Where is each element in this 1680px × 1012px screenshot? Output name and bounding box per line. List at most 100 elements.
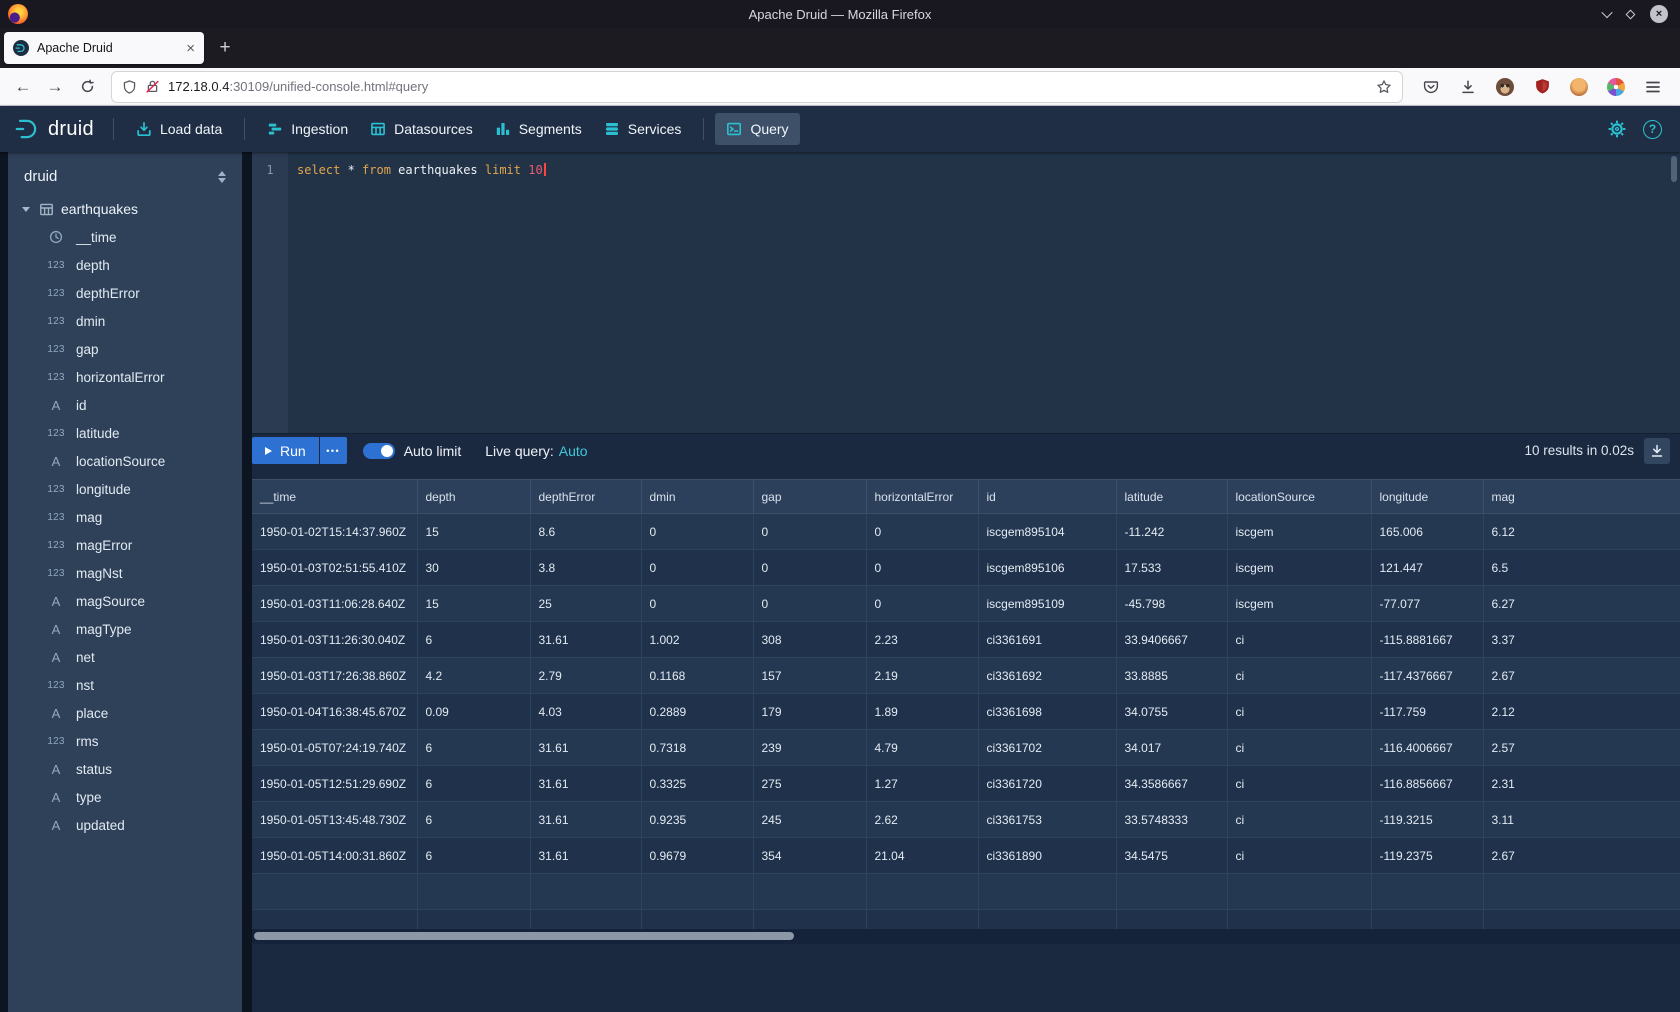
table-cell[interactable]: 0 [866, 514, 978, 550]
nav-item-services[interactable]: Services [593, 113, 693, 145]
sidebar-column-net[interactable]: Anet [8, 643, 242, 671]
table-cell[interactable]: ci [1227, 730, 1371, 766]
table-cell[interactable]: 1950-01-03T02:51:55.410Z [252, 550, 417, 586]
sidebar-column-magNst[interactable]: 123magNst [8, 559, 242, 587]
table-cell[interactable]: 239 [753, 730, 866, 766]
table-cell[interactable]: 2.31 [1483, 766, 1680, 802]
new-tab-button[interactable]: + [210, 33, 240, 63]
table-cell[interactable]: 0 [641, 514, 753, 550]
url-bar[interactable]: 172.18.0.4:30109/unified-console.html#qu… [112, 72, 1402, 102]
table-cell[interactable]: 0 [641, 586, 753, 622]
table-cell[interactable]: 25 [530, 586, 641, 622]
table-cell[interactable]: 33.8885 [1116, 658, 1227, 694]
table-cell[interactable]: 6.12 [1483, 514, 1680, 550]
table-cell[interactable]: ci [1227, 622, 1371, 658]
table-cell[interactable]: 31.61 [530, 766, 641, 802]
table-cell[interactable]: 0 [753, 514, 866, 550]
table-cell[interactable]: ci3361890 [978, 838, 1116, 874]
sidebar-column-depthError[interactable]: 123depthError [8, 279, 242, 307]
table-cell[interactable]: 6 [417, 802, 530, 838]
table-cell[interactable]: 33.9406667 [1116, 622, 1227, 658]
sidebar-column-magType[interactable]: AmagType [8, 615, 242, 643]
live-query-value[interactable]: Auto [559, 443, 588, 459]
table-cell[interactable]: 2.23 [866, 622, 978, 658]
table-cell[interactable]: -119.2375 [1371, 838, 1483, 874]
table-cell[interactable]: 2.67 [1483, 838, 1680, 874]
column-header-gap[interactable]: gap [753, 480, 866, 514]
sidebar-column-id[interactable]: Aid [8, 391, 242, 419]
sidebar-column-status[interactable]: Astatus [8, 755, 242, 783]
table-cell[interactable]: 1950-01-05T07:24:19.740Z [252, 730, 417, 766]
table-cell[interactable]: 31.61 [530, 838, 641, 874]
table-cell[interactable]: iscgem [1227, 550, 1371, 586]
sidebar-table-earthquakes[interactable]: earthquakes [8, 197, 242, 223]
sidebar-column-mag[interactable]: 123mag [8, 503, 242, 531]
table-cell[interactable]: 0 [753, 586, 866, 622]
column-header-depthError[interactable]: depthError [530, 480, 641, 514]
column-header-id[interactable]: id [978, 480, 1116, 514]
table-cell[interactable]: -119.3215 [1371, 802, 1483, 838]
sidebar-column-magSource[interactable]: AmagSource [8, 587, 242, 615]
table-cell[interactable]: 0.7318 [641, 730, 753, 766]
sidebar-column-horizontalError[interactable]: 123horizontalError [8, 363, 242, 391]
bookmark-star-icon[interactable] [1376, 79, 1392, 95]
table-cell[interactable]: -117.4376667 [1371, 658, 1483, 694]
sidebar-column-depth[interactable]: 123depth [8, 251, 242, 279]
table-cell[interactable]: 2.19 [866, 658, 978, 694]
horizontal-scrollbar[interactable] [252, 929, 1680, 944]
table-cell[interactable]: -45.798 [1116, 586, 1227, 622]
table-cell[interactable]: ci3361702 [978, 730, 1116, 766]
ublock-origin-icon[interactable] [1529, 74, 1555, 100]
table-cell[interactable]: 1950-01-03T11:26:30.040Z [252, 622, 417, 658]
table-cell[interactable]: 4.03 [530, 694, 641, 730]
table-cell[interactable]: ci3361698 [978, 694, 1116, 730]
table-cell[interactable]: 0.3325 [641, 766, 753, 802]
table-cell[interactable]: 0 [753, 550, 866, 586]
table-cell[interactable]: ci3361720 [978, 766, 1116, 802]
table-cell[interactable]: ci [1227, 802, 1371, 838]
table-cell[interactable]: 1950-01-03T11:06:28.640Z [252, 586, 417, 622]
sidebar-column-magError[interactable]: 123magError [8, 531, 242, 559]
table-cell[interactable]: -11.242 [1116, 514, 1227, 550]
table-cell[interactable]: 6.27 [1483, 586, 1680, 622]
browser-tab-apache-druid[interactable]: Apache Druid × [4, 32, 204, 64]
table-cell[interactable]: 308 [753, 622, 866, 658]
sidebar-column-locationSource[interactable]: AlocationSource [8, 447, 242, 475]
column-header-dmin[interactable]: dmin [641, 480, 753, 514]
table-cell[interactable]: 3.8 [530, 550, 641, 586]
extension-pinwheel-icon[interactable] [1603, 74, 1629, 100]
table-cell[interactable]: iscgem895104 [978, 514, 1116, 550]
table-cell[interactable]: iscgem [1227, 514, 1371, 550]
sidebar-column-nst[interactable]: 123nst [8, 671, 242, 699]
table-cell[interactable]: 31.61 [530, 730, 641, 766]
table-cell[interactable]: 34.3586667 [1116, 766, 1227, 802]
table-cell[interactable]: 0.9679 [641, 838, 753, 874]
download-results-button[interactable] [1644, 438, 1670, 464]
column-header-longitude[interactable]: longitude [1371, 480, 1483, 514]
scrollbar-thumb[interactable] [254, 932, 794, 940]
insecure-lock-icon[interactable] [145, 79, 160, 94]
sidebar-column-rms[interactable]: 123rms [8, 727, 242, 755]
table-cell[interactable]: ci [1227, 694, 1371, 730]
table-cell[interactable]: ci [1227, 838, 1371, 874]
table-cell[interactable]: 0 [641, 550, 753, 586]
window-close-button[interactable]: × [1650, 5, 1668, 23]
table-cell[interactable]: 1950-01-04T16:38:45.670Z [252, 694, 417, 730]
tab-close-button[interactable]: × [186, 41, 195, 56]
table-cell[interactable]: 31.61 [530, 802, 641, 838]
table-cell[interactable]: 0.1168 [641, 658, 753, 694]
back-button[interactable]: ← [8, 72, 38, 102]
table-cell[interactable]: 0 [866, 586, 978, 622]
table-cell[interactable]: ci3361692 [978, 658, 1116, 694]
profile-avatar-icon[interactable] [1566, 74, 1592, 100]
table-cell[interactable]: ci [1227, 766, 1371, 802]
table-cell[interactable]: 6 [417, 838, 530, 874]
table-cell[interactable]: 15 [417, 586, 530, 622]
reload-button[interactable] [72, 72, 102, 102]
sidebar-column-longitude[interactable]: 123longitude [8, 475, 242, 503]
table-cell[interactable]: 0 [866, 550, 978, 586]
column-header-__time[interactable]: __time [252, 480, 417, 514]
table-cell[interactable]: 1950-01-02T15:14:37.960Z [252, 514, 417, 550]
tracking-protection-shield-icon[interactable] [122, 79, 137, 95]
table-cell[interactable]: 0.9235 [641, 802, 753, 838]
